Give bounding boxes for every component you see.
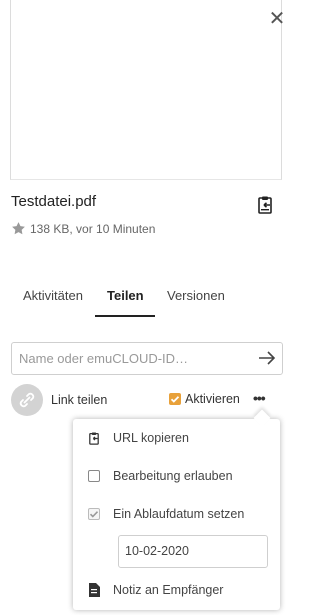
link-share-label: Link teilen xyxy=(51,393,108,407)
file-meta: 138 KB, vor 10 Minuten xyxy=(11,221,155,236)
link-icon xyxy=(19,392,35,408)
more-options-button[interactable]: ••• xyxy=(253,390,271,406)
expiry-date-input[interactable]: 10-02-2020 xyxy=(118,535,268,568)
note-icon xyxy=(87,583,101,597)
close-icon: ✕ xyxy=(268,8,286,30)
more-dots-icon: ••• xyxy=(253,390,266,406)
menu-item-label: URL kopieren xyxy=(113,431,189,445)
copy-link-button[interactable] xyxy=(255,195,275,215)
menu-item-note[interactable]: Notiz an Empfänger xyxy=(87,583,223,597)
tab-aktivitaeten[interactable]: Aktivitäten xyxy=(23,286,83,318)
menu-item-label: Bearbeitung erlauben xyxy=(113,469,233,483)
menu-item-allow-edit[interactable]: Bearbeitung erlauben xyxy=(87,469,233,483)
tab-versionen[interactable]: Versionen xyxy=(167,286,225,318)
active-tab-indicator xyxy=(95,315,155,317)
activate-label: Aktivieren xyxy=(185,392,240,406)
checkbox-unchecked-icon[interactable] xyxy=(88,470,100,482)
clipboard-icon xyxy=(258,196,272,214)
checkbox-checked-icon[interactable] xyxy=(88,508,100,520)
menu-item-set-expiry[interactable]: Ein Ablaufdatum setzen xyxy=(87,507,244,521)
file-meta-text: 138 KB, vor 10 Minuten xyxy=(30,221,156,236)
activate-link-checkbox[interactable]: Aktivieren xyxy=(169,392,240,406)
arrow-right-icon xyxy=(259,351,276,365)
link-options-menu: URL kopieren Bearbeitung erlauben Ein Ab… xyxy=(73,419,280,610)
share-submit-button[interactable] xyxy=(258,350,276,366)
star-icon[interactable] xyxy=(11,221,26,236)
file-name: Testdatei.pdf xyxy=(11,193,97,210)
clipboard-icon xyxy=(87,431,101,445)
checkbox-checked-icon[interactable] xyxy=(169,393,181,405)
tab-teilen[interactable]: Teilen xyxy=(107,286,144,318)
file-preview xyxy=(10,0,282,180)
menu-item-copy-url[interactable]: URL kopieren xyxy=(87,431,189,445)
menu-item-label: Notiz an Empfänger xyxy=(113,583,224,597)
sidebar-tabs: Aktivitäten Teilen Versionen xyxy=(10,286,282,318)
menu-item-label: Ein Ablaufdatum setzen xyxy=(113,507,245,521)
link-avatar xyxy=(11,384,43,416)
close-button[interactable]: ✕ xyxy=(266,8,288,30)
share-search-input[interactable]: Name oder emuCLOUD-ID… xyxy=(11,342,283,375)
